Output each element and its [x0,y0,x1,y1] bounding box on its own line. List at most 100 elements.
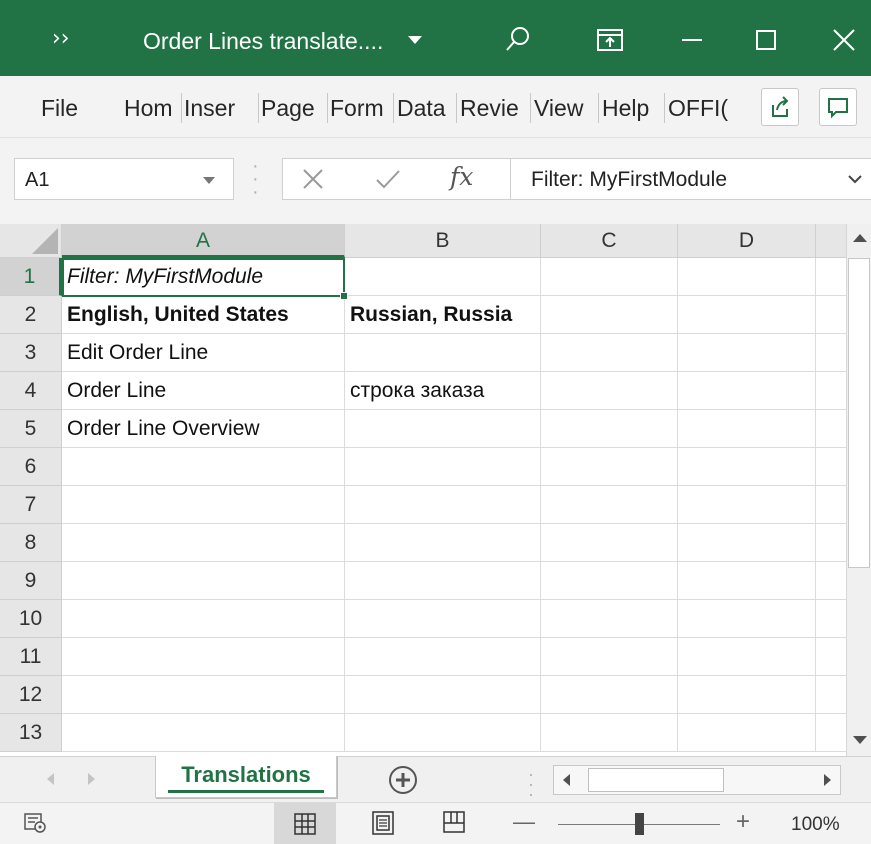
cell-e11[interactable] [816,638,846,676]
cell-c9[interactable] [541,562,678,600]
cell-d10[interactable] [678,600,816,638]
cell-d11[interactable] [678,638,816,676]
row-header-7[interactable]: 7 [0,486,62,524]
row-header-3[interactable]: 3 [0,334,62,372]
maximize-icon[interactable] [748,22,784,58]
row-header-2[interactable]: 2 [0,296,62,334]
cell-d1[interactable] [678,258,816,296]
cell-c2[interactable] [541,296,678,334]
cell-a11[interactable] [62,638,345,676]
horizontal-scrollbar[interactable] [553,765,841,795]
insert-function-icon[interactable]: fx [450,162,473,191]
cell-e6[interactable] [816,448,846,486]
cell-a13[interactable] [62,714,345,752]
vertical-scrollbar[interactable] [846,224,871,756]
cell-b2[interactable]: Russian, Russia [345,296,541,334]
document-title[interactable]: Order Lines translate.... [143,28,383,54]
vertical-scroll-thumb[interactable] [848,258,870,568]
cell-d4[interactable] [678,372,816,410]
comments-button[interactable] [819,88,857,126]
cell-d9[interactable] [678,562,816,600]
ribbon-display-options-icon[interactable] [592,22,628,58]
cell-b11[interactable] [345,638,541,676]
close-icon[interactable] [826,22,862,58]
cell-e3[interactable] [816,334,846,372]
cell-e4[interactable] [816,372,846,410]
cell-b10[interactable] [345,600,541,638]
cell-a4[interactable]: Order Line [62,372,345,410]
cell-c13[interactable] [541,714,678,752]
scroll-right-icon[interactable] [824,774,831,786]
cell-e5[interactable] [816,410,846,448]
cell-d2[interactable] [678,296,816,334]
column-header-b[interactable]: B [345,224,541,258]
row-header-4[interactable]: 4 [0,372,62,410]
name-box[interactable]: A1 [14,158,234,200]
cell-d5[interactable] [678,410,816,448]
cell-e1[interactable] [816,258,846,296]
page-layout-view-icon[interactable] [370,809,396,842]
name-box-dropdown-icon[interactable] [203,177,215,184]
cell-a6[interactable] [62,448,345,486]
tab-insert[interactable]: Inser [184,93,254,123]
cell-a9[interactable] [62,562,345,600]
cancel-icon[interactable] [300,166,326,197]
column-header-d[interactable]: D [678,224,816,258]
normal-view-button[interactable] [274,803,336,844]
row-header-13[interactable]: 13 [0,714,62,752]
cell-c7[interactable] [541,486,678,524]
cell-a3[interactable]: Edit Order Line [62,334,345,372]
cell-c4[interactable] [541,372,678,410]
cell-e13[interactable] [816,714,846,752]
cell-a10[interactable] [62,600,345,638]
column-header-c[interactable]: C [541,224,678,258]
title-dropdown-icon[interactable] [408,36,422,44]
cell-c10[interactable] [541,600,678,638]
cell-a8[interactable] [62,524,345,562]
cell-a5[interactable]: Order Line Overview [62,410,345,448]
cell-a2[interactable]: English, United States [62,296,345,334]
row-header-1[interactable]: 1 [0,258,62,296]
tab-file[interactable]: File [41,93,89,123]
next-sheet-icon[interactable] [88,773,95,785]
page-break-preview-icon[interactable] [441,809,467,840]
share-button[interactable] [761,88,799,126]
horizontal-scroll-thumb[interactable] [588,768,724,792]
accessibility-check-icon[interactable] [22,809,48,840]
quick-access-overflow-icon[interactable]: ›› [52,28,70,50]
search-icon[interactable] [500,22,536,58]
cell-e8[interactable] [816,524,846,562]
row-header-10[interactable]: 10 [0,600,62,638]
cell-b13[interactable] [345,714,541,752]
column-header-a[interactable]: A [62,224,345,258]
cell-e2[interactable] [816,296,846,334]
tab-view[interactable]: View [534,93,596,123]
zoom-out-icon[interactable]: — [513,811,535,833]
cell-c6[interactable] [541,448,678,486]
cell-b4[interactable]: строка заказа [345,372,541,410]
cell-b8[interactable] [345,524,541,562]
row-header-5[interactable]: 5 [0,410,62,448]
row-header-8[interactable]: 8 [0,524,62,562]
cell-b9[interactable] [345,562,541,600]
cell-b7[interactable] [345,486,541,524]
cell-c3[interactable] [541,334,678,372]
cell-e10[interactable] [816,600,846,638]
previous-sheet-icon[interactable] [47,773,54,785]
tab-review[interactable]: Revie [460,93,529,123]
expand-formula-bar-icon[interactable] [845,169,865,189]
scroll-left-icon[interactable] [563,774,570,786]
scroll-down-icon[interactable] [853,736,867,744]
cell-d6[interactable] [678,448,816,486]
tab-data[interactable]: Data [397,93,453,123]
cell-c5[interactable] [541,410,678,448]
cell-b1[interactable] [345,258,541,296]
tab-split-grip-icon[interactable]: · · · [528,765,534,803]
worksheet-grid[interactable]: A B C D 1 Filter: MyFirstModule 2 English, … [0,224,846,756]
column-header-e[interactable] [816,224,846,258]
row-header-6[interactable]: 6 [0,448,62,486]
formula-bar-grip-icon[interactable]: · · · [252,156,259,202]
cell-b5[interactable] [345,410,541,448]
row-header-9[interactable]: 9 [0,562,62,600]
tab-formulas[interactable]: Form [330,93,391,123]
